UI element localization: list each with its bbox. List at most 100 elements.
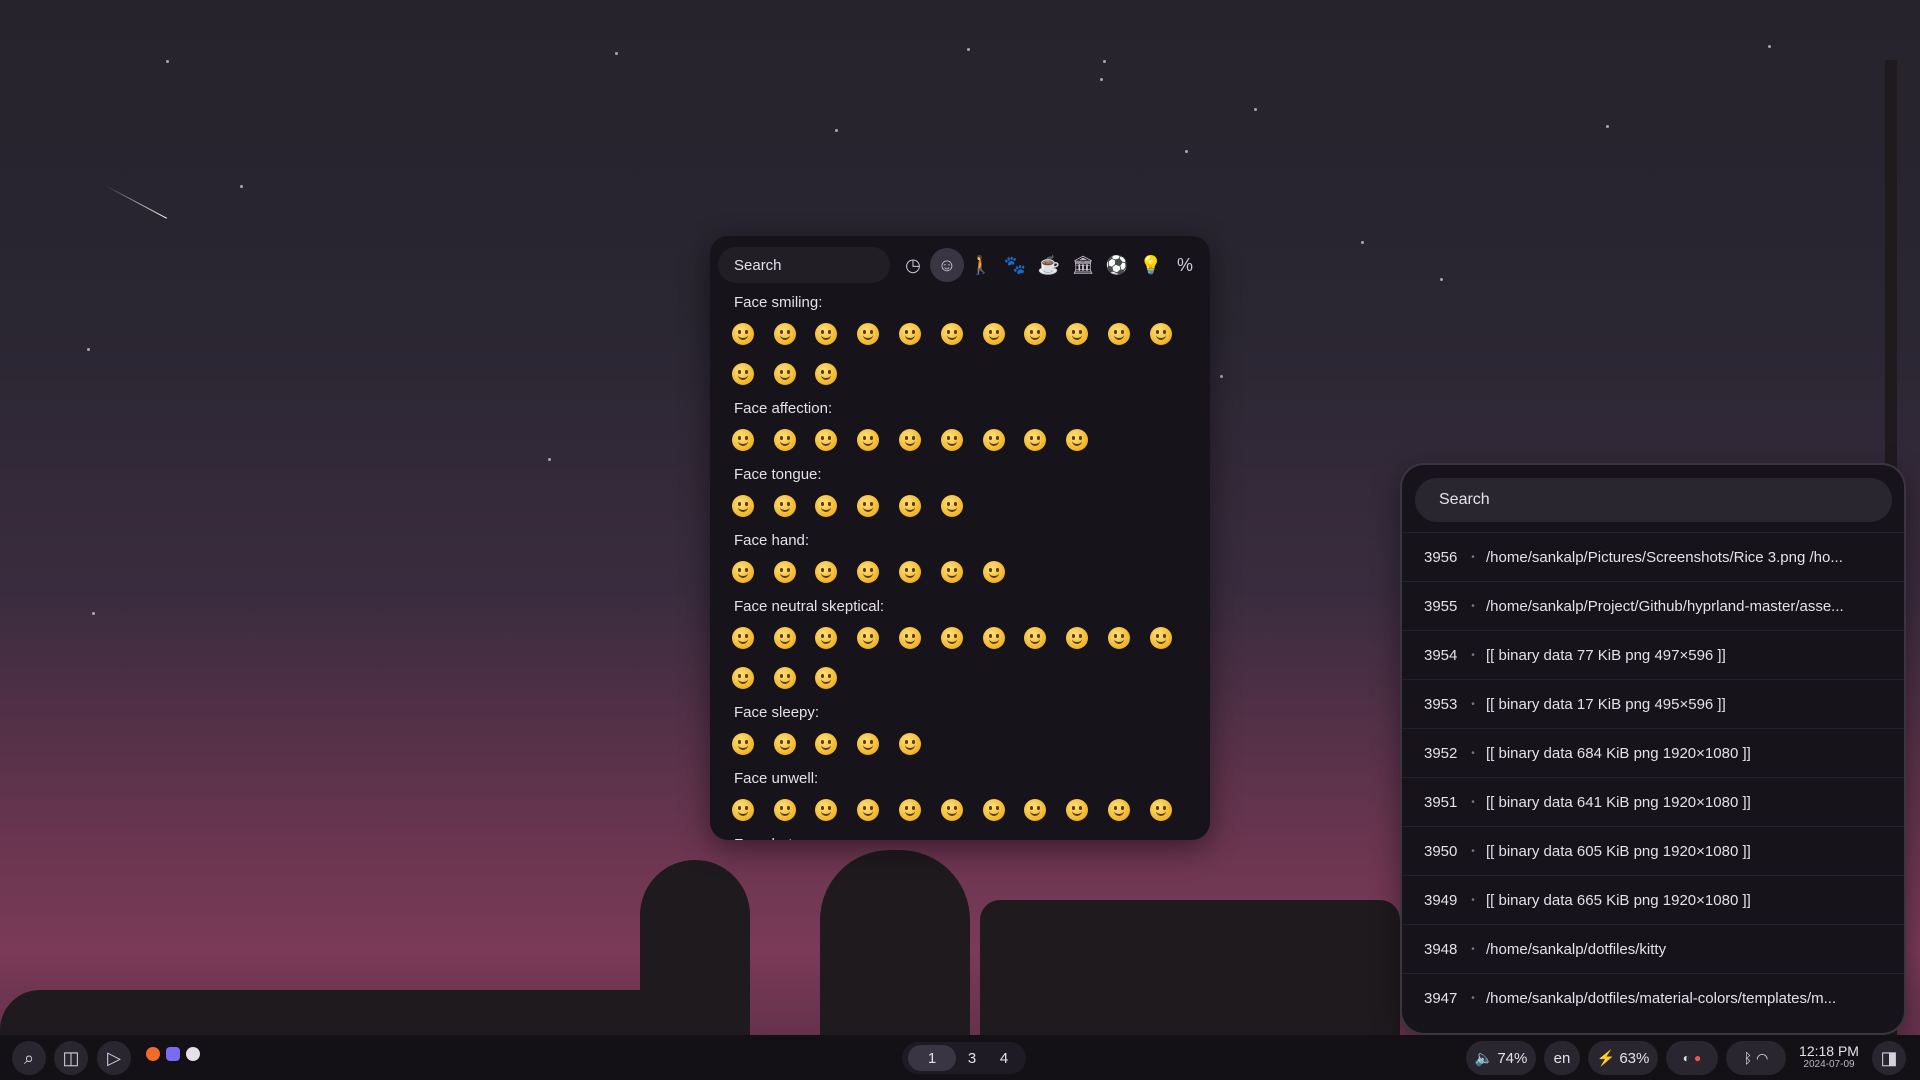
emoji-button[interactable]: [889, 790, 931, 830]
emoji-button[interactable]: [889, 724, 931, 764]
emoji-button[interactable]: [889, 314, 931, 354]
emoji-button[interactable]: [1098, 314, 1140, 354]
emoji-button[interactable]: [847, 724, 889, 764]
language-indicator[interactable]: en: [1544, 1041, 1580, 1075]
emoji-button[interactable]: [847, 420, 889, 460]
emoji-button[interactable]: [806, 354, 848, 394]
emoji-button[interactable]: [722, 724, 764, 764]
clipboard-search-input[interactable]: Search: [1415, 478, 1892, 522]
emoji-button[interactable]: [1015, 314, 1057, 354]
emoji-button[interactable]: [1056, 314, 1098, 354]
emoji-button[interactable]: [847, 314, 889, 354]
emoji-button[interactable]: [847, 486, 889, 526]
emoji-button[interactable]: [806, 314, 848, 354]
emoji-button[interactable]: [764, 618, 806, 658]
emoji-button[interactable]: [1056, 420, 1098, 460]
volume-indicator[interactable]: 🔈 74%: [1466, 1041, 1536, 1075]
emoji-button[interactable]: [722, 658, 764, 698]
emoji-button[interactable]: [1056, 790, 1098, 830]
emoji-button[interactable]: [1015, 420, 1057, 460]
emoji-button[interactable]: [806, 420, 848, 460]
emoji-category-food[interactable]: ☕: [1032, 248, 1066, 282]
emoji-button[interactable]: [806, 790, 848, 830]
emoji-button[interactable]: [889, 486, 931, 526]
emoji-button[interactable]: [889, 420, 931, 460]
clipboard-item[interactable]: 3947 • /home/sankalp/dotfiles/material-col…: [1402, 973, 1904, 1022]
emoji-button[interactable]: [931, 420, 973, 460]
emoji-button[interactable]: [931, 314, 973, 354]
emoji-category-paw[interactable]: 🐾: [998, 248, 1032, 282]
emoji-category-clock[interactable]: ◷: [896, 248, 930, 282]
emoji-button[interactable]: [722, 552, 764, 592]
network-indicator[interactable]: ᛒ ◠: [1726, 1041, 1786, 1075]
workspace-button[interactable]: 4: [988, 1045, 1020, 1071]
emoji-button[interactable]: [973, 552, 1015, 592]
emoji-button[interactable]: [722, 790, 764, 830]
battery-indicator[interactable]: ⚡ 63%: [1588, 1041, 1658, 1075]
emoji-category-smiley[interactable]: ☺: [930, 248, 964, 282]
emoji-button[interactable]: [722, 618, 764, 658]
clipboard-item[interactable]: 3948 • /home/sankalp/dotfiles/kitty: [1402, 924, 1904, 973]
emoji-search-input[interactable]: Search: [718, 247, 890, 283]
clipboard-item[interactable]: 3950 • [[ binary data 605 KiB png 1920×108…: [1402, 826, 1904, 875]
emoji-button[interactable]: [973, 618, 1015, 658]
emoji-button[interactable]: [1140, 790, 1182, 830]
workspace-button[interactable]: 1: [908, 1045, 956, 1071]
emoji-button[interactable]: [889, 618, 931, 658]
emoji-button[interactable]: [1140, 314, 1182, 354]
emoji-button[interactable]: [764, 724, 806, 764]
emoji-button[interactable]: [847, 552, 889, 592]
emoji-button[interactable]: [764, 486, 806, 526]
clipboard-item[interactable]: 3949 • [[ binary data 665 KiB png 1920×108…: [1402, 875, 1904, 924]
media-button[interactable]: ▷: [97, 1041, 131, 1075]
folder-icon[interactable]: [166, 1047, 180, 1061]
emoji-category-building[interactable]: 🏛: [1066, 248, 1100, 282]
emoji-button[interactable]: [722, 486, 764, 526]
emoji-button[interactable]: [1015, 618, 1057, 658]
emoji-button[interactable]: [764, 790, 806, 830]
workspace-button[interactable]: 3: [956, 1045, 988, 1071]
emoji-button[interactable]: [764, 658, 806, 698]
clipboard-item[interactable]: 3951 • [[ binary data 641 KiB png 1920×108…: [1402, 777, 1904, 826]
emoji-button[interactable]: [806, 658, 848, 698]
emoji-button[interactable]: [722, 420, 764, 460]
emoji-button[interactable]: [931, 552, 973, 592]
emoji-app-icon[interactable]: [186, 1047, 200, 1061]
emoji-button[interactable]: [973, 790, 1015, 830]
emoji-button[interactable]: [764, 420, 806, 460]
emoji-category-bulb[interactable]: 💡: [1134, 248, 1168, 282]
emoji-button[interactable]: [722, 354, 764, 394]
emoji-button[interactable]: [1098, 790, 1140, 830]
emoji-button[interactable]: [847, 618, 889, 658]
tray[interactable]: ◐ ●: [1666, 1041, 1718, 1075]
firefox-icon[interactable]: [146, 1047, 160, 1061]
emoji-button[interactable]: [931, 790, 973, 830]
emoji-button[interactable]: [931, 486, 973, 526]
emoji-button[interactable]: [973, 314, 1015, 354]
emoji-button[interactable]: [973, 420, 1015, 460]
emoji-button[interactable]: [1140, 618, 1182, 658]
clock[interactable]: 12:18 PM 2024-07-09: [1794, 1043, 1864, 1070]
clipboard-item[interactable]: 3952 • [[ binary data 684 KiB png 1920×108…: [1402, 728, 1904, 777]
emoji-button[interactable]: [1098, 618, 1140, 658]
emoji-button[interactable]: [806, 552, 848, 592]
emoji-button[interactable]: [806, 724, 848, 764]
sidebar-toggle-button[interactable]: ◫: [54, 1041, 88, 1075]
emoji-button[interactable]: [1015, 790, 1057, 830]
emoji-button[interactable]: [847, 790, 889, 830]
clipboard-item[interactable]: 3953 • [[ binary data 17 KiB png 495×596 ]…: [1402, 679, 1904, 728]
emoji-button[interactable]: [806, 618, 848, 658]
emoji-button[interactable]: [806, 486, 848, 526]
clipboard-item[interactable]: 3954 • [[ binary data 77 KiB png 497×596 ]…: [1402, 630, 1904, 679]
emoji-button[interactable]: [764, 552, 806, 592]
emoji-button[interactable]: [931, 618, 973, 658]
emoji-button[interactable]: [764, 354, 806, 394]
search-button[interactable]: ⌕: [12, 1041, 46, 1075]
emoji-button[interactable]: [1056, 618, 1098, 658]
emoji-category-symbols[interactable]: %: [1168, 248, 1202, 282]
emoji-category-ball[interactable]: ⚽: [1100, 248, 1134, 282]
emoji-button[interactable]: [722, 314, 764, 354]
emoji-button[interactable]: [889, 552, 931, 592]
right-sidebar-button[interactable]: ◨: [1872, 1041, 1906, 1075]
emoji-button[interactable]: [764, 314, 806, 354]
